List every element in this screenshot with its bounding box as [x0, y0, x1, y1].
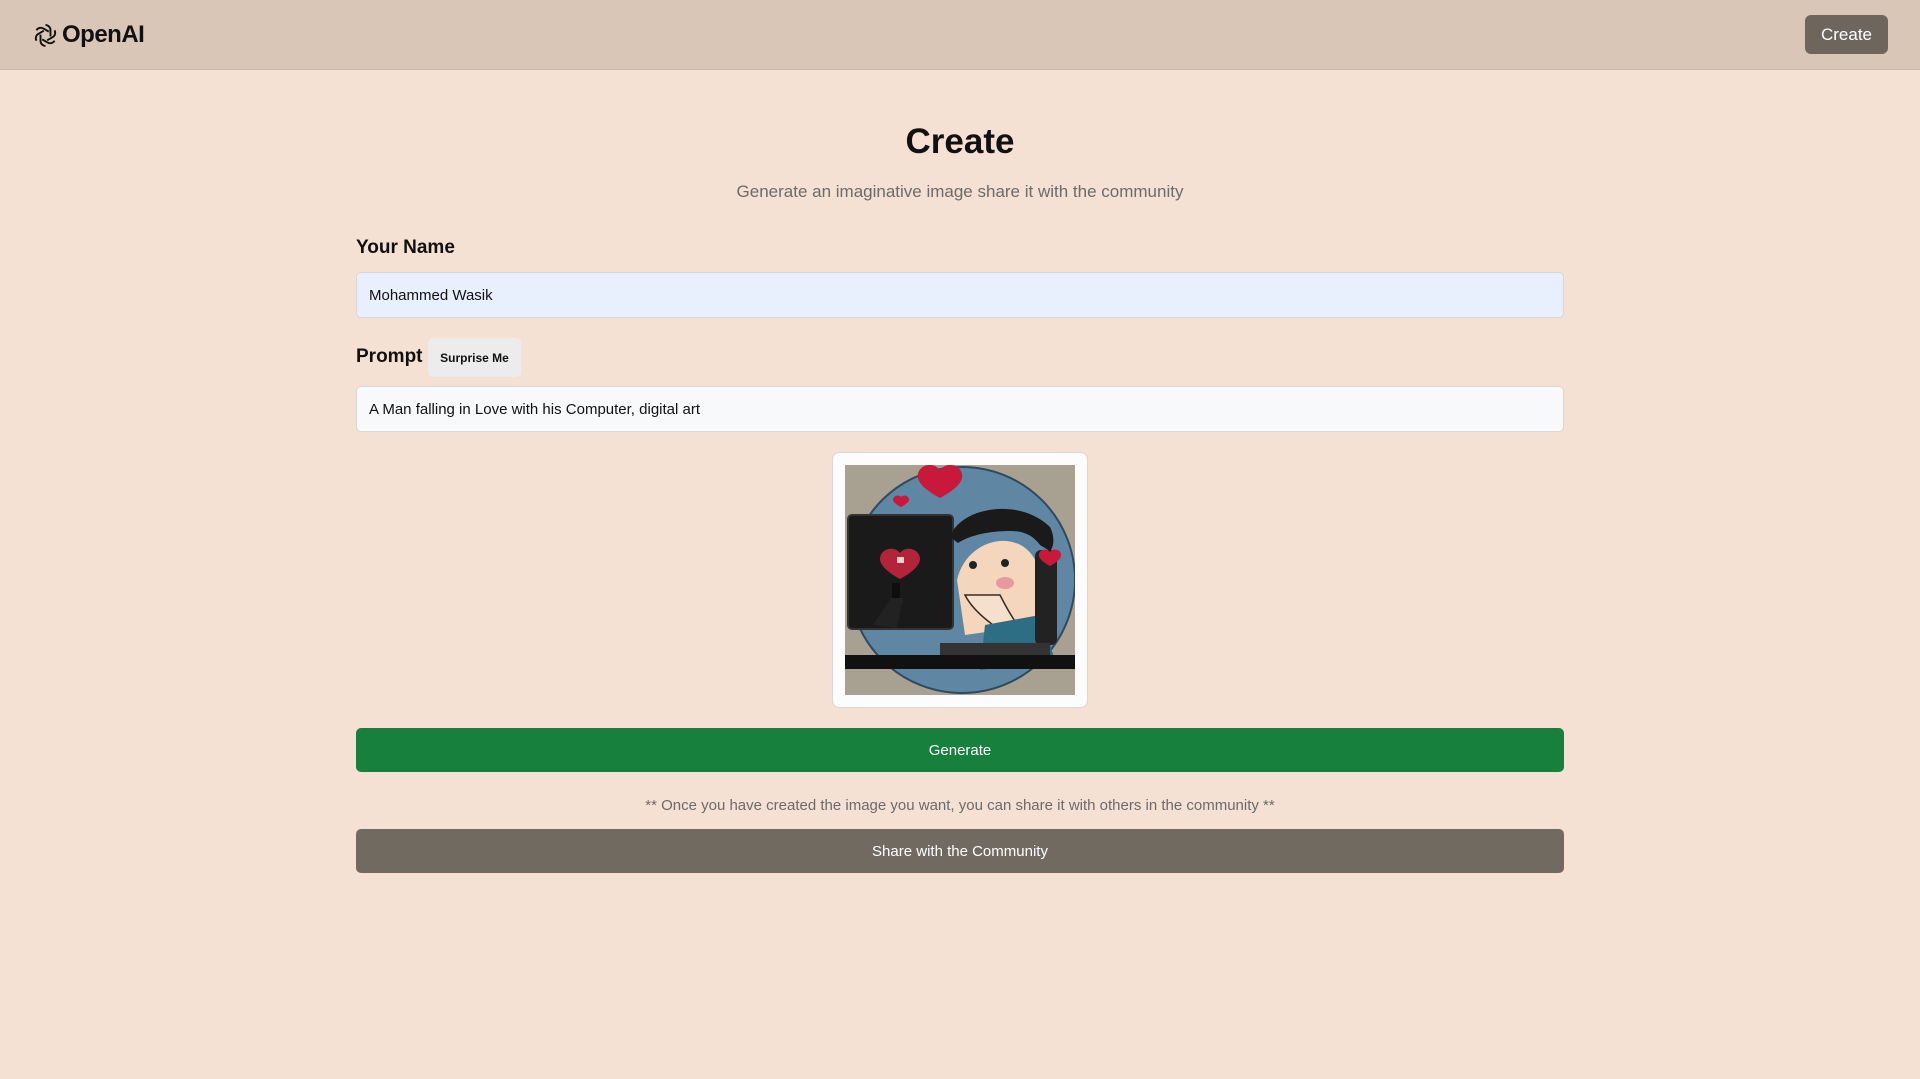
page-title: Create — [905, 122, 1015, 161]
prompt-input-value: A Man falling in Love with his Computer,… — [369, 400, 701, 418]
page-subtitle: Generate an imaginative image share it w… — [736, 182, 1184, 201]
prompt-label: Prompt — [356, 346, 423, 367]
top-header: OpenAI Create — [0, 0, 1920, 70]
share-with-community-button[interactable]: Share with the Community — [356, 829, 1564, 873]
brand-logo[interactable]: OpenAI — [31, 19, 145, 51]
header-create-button[interactable]: Create — [1805, 15, 1888, 54]
openai-logo-icon — [34, 23, 57, 47]
name-label: Your Name — [356, 237, 455, 258]
name-input[interactable]: Mohammed Wasik — [356, 272, 1564, 318]
share-note: ** Once you have created the image you w… — [645, 797, 1275, 814]
generate-button[interactable]: Generate — [356, 728, 1564, 772]
generated-image-card — [832, 452, 1088, 708]
prompt-input[interactable]: A Man falling in Love with his Computer,… — [356, 386, 1564, 432]
generated-image — [845, 465, 1075, 695]
name-input-value: Mohammed Wasik — [369, 286, 493, 304]
brand-name: OpenAI — [62, 21, 145, 48]
surprise-me-button[interactable]: Surprise Me — [428, 338, 521, 377]
